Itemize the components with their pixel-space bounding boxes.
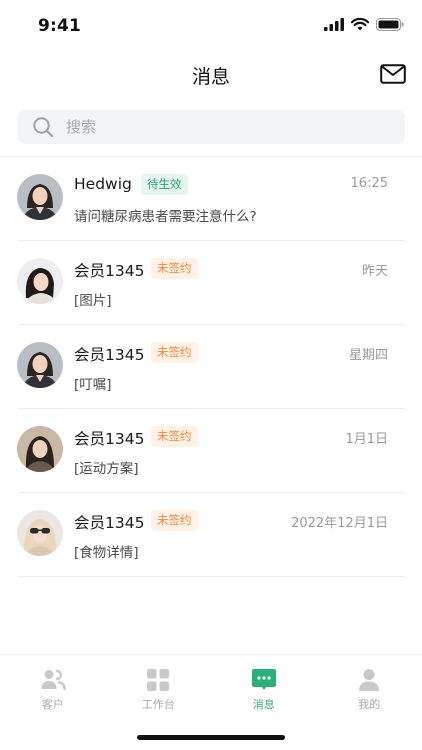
status-badge: 待生效 [141,174,188,195]
message-item[interactable]: 会员1345 未签约 [叮嘱] 星期四 [0,325,422,409]
avatar [17,426,63,472]
avatar [17,174,63,220]
contact-name: 会员1345 [74,514,145,532]
status-bar: 9:41 [0,0,422,52]
avatar [17,342,63,388]
contact-name: 会员1345 [74,346,145,364]
message-list: Hedwig 待生效 请问糖尿病患者需要注意什么? 16:25 会员1345 未… [0,157,422,577]
tab-workbench[interactable]: 工作台 [106,655,212,716]
status-badge: 未签约 [151,342,198,363]
message-preview: [图片] [74,293,112,309]
message-time: 1月1日 [345,432,388,447]
search-icon [33,117,54,138]
tab-label: 我的 [358,698,381,711]
status-badge: 未签约 [151,510,198,531]
tab-profile[interactable]: 我的 [317,655,422,716]
message-preview: [叮嘱] [74,377,112,393]
message-preview: 请问糖尿病患者需要注意什么? [74,209,257,225]
message-icon [251,669,276,690]
tab-label: 消息 [252,698,275,711]
message-time: 2022年12月1日 [291,516,388,531]
message-item[interactable]: 会员1345 未签约 [运动方案] 1月1日 [0,409,422,493]
status-time: 9:41 [38,16,82,36]
avatar [17,510,63,556]
search-input[interactable] [66,118,346,136]
workbench-icon [147,669,170,691]
contact-name: 会员1345 [74,430,145,448]
status-icons [324,18,404,31]
wifi-icon [351,18,369,31]
message-time: 昨天 [361,264,388,279]
mail-icon[interactable] [380,62,406,86]
message-item[interactable]: 会员1345 未签约 [食物详情] 2022年12月1日 [0,493,422,577]
message-item[interactable]: Hedwig 待生效 请问糖尿病患者需要注意什么? 16:25 [0,157,422,241]
cellular-signal-icon [324,18,344,31]
avatar [17,258,63,304]
search-bar[interactable] [18,110,405,144]
status-badge: 未签约 [151,258,198,279]
tab-label: 客户 [41,698,64,711]
contact-name: Hedwig [74,175,132,193]
message-time: 16:25 [350,176,388,191]
message-item[interactable]: 会员1345 未签约 [图片] 昨天 [0,241,422,325]
navigation-bar: 消息 [0,52,422,98]
tab-customers[interactable]: 客户 [0,655,106,716]
home-indicator [137,735,285,740]
customers-icon [41,669,66,691]
status-badge: 未签约 [151,426,198,447]
battery-icon [376,18,404,31]
message-time: 星期四 [348,348,388,363]
profile-icon [359,669,380,691]
page-title: 消息 [191,66,230,88]
tab-messages[interactable]: 消息 [211,655,317,716]
contact-name: 会员1345 [74,262,145,280]
message-preview: [食物详情] [74,545,139,561]
message-preview: [运动方案] [74,461,139,477]
tab-label: 工作台 [141,698,175,711]
tab-bar: 客户 工作台 消息 我的 [0,654,422,716]
